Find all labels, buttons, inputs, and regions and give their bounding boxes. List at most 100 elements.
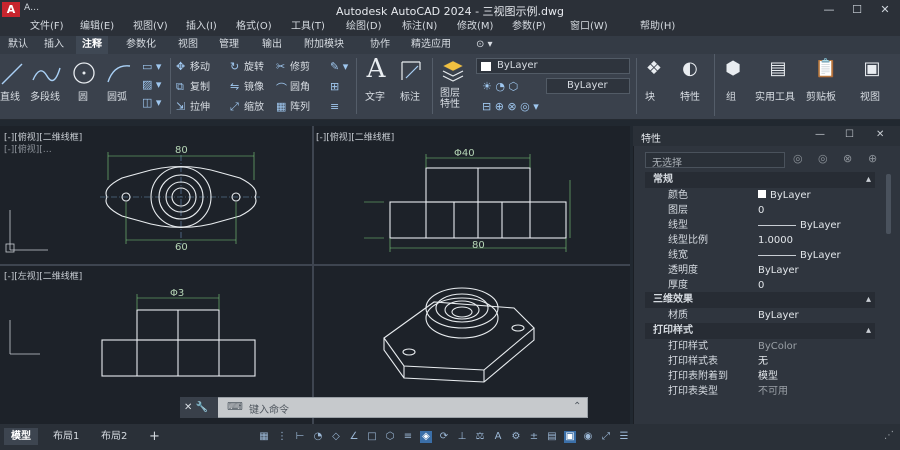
properties-tool[interactable]: 特性 bbox=[680, 88, 700, 103]
tab-addins[interactable]: 附加模块 bbox=[298, 36, 350, 54]
transparency-icon[interactable]: ◈ bbox=[420, 431, 432, 443]
maximize-button[interactable]: ☐ bbox=[846, 2, 868, 17]
property-row[interactable]: 打印表附着到 模型 bbox=[633, 369, 883, 384]
grid-icon[interactable]: ▦ bbox=[258, 431, 270, 443]
snap-icon[interactable]: ⋮ bbox=[276, 431, 288, 443]
group-tool[interactable]: 组 bbox=[726, 88, 736, 103]
layer-tools-icons[interactable]: ⊟ ⊕ ⊗ ◎ ▾ bbox=[482, 100, 539, 113]
property-row[interactable]: 线型 ByLayer bbox=[633, 218, 883, 233]
text-tool[interactable]: 文字 bbox=[365, 88, 385, 103]
mirror-tool[interactable]: 镜像 bbox=[244, 78, 264, 93]
clipboard-tool[interactable]: 剪贴板 bbox=[806, 88, 836, 103]
section-3d-effects[interactable]: 三维效果 ▴ bbox=[645, 292, 875, 308]
region-icon[interactable]: ◫ ▾ bbox=[142, 96, 161, 109]
palette-close-icon[interactable]: ✕ bbox=[876, 129, 884, 140]
line-tool[interactable]: 直线 bbox=[0, 88, 20, 103]
tab-collaborate[interactable]: 协作 bbox=[364, 36, 396, 54]
quick-properties-icon[interactable]: ▤ bbox=[546, 431, 558, 443]
selection-cycling-icon[interactable]: ⟳ bbox=[438, 431, 450, 443]
property-row[interactable]: 线宽 ByLayer bbox=[633, 248, 883, 263]
menu-format[interactable]: 格式(O) bbox=[236, 18, 272, 36]
fillet-tool[interactable]: 圆角 bbox=[290, 78, 310, 93]
customization-icon[interactable]: ☰ bbox=[618, 431, 630, 443]
polar-icon[interactable]: ◔ bbox=[312, 431, 324, 443]
menu-modify[interactable]: 修改(M) bbox=[457, 18, 493, 36]
command-line-handle[interactable]: ✕ 🔧 bbox=[180, 397, 218, 418]
command-history-icon[interactable]: ⌃ bbox=[573, 401, 581, 412]
tab-manage[interactable]: 管理 bbox=[213, 36, 245, 54]
scale-tool[interactable]: 缩放 bbox=[244, 98, 264, 113]
quick-select-2-icon[interactable]: ⊕ bbox=[868, 152, 877, 165]
copy-tool[interactable]: 复制 bbox=[190, 78, 210, 93]
osnap-icon[interactable]: □ bbox=[366, 431, 378, 443]
layout-tab-2[interactable]: 布局2 bbox=[94, 428, 134, 445]
menu-draw[interactable]: 绘图(D) bbox=[346, 18, 382, 36]
viewport-divider[interactable] bbox=[0, 264, 630, 266]
property-row[interactable]: 线型比例 1.0000 bbox=[633, 233, 883, 248]
move-tool[interactable]: 移动 bbox=[190, 58, 210, 73]
menu-parametric[interactable]: 参数(P) bbox=[512, 18, 546, 36]
block-tool[interactable]: 块 bbox=[645, 88, 655, 103]
menu-insert[interactable]: 插入(I) bbox=[186, 18, 217, 36]
trim-tool[interactable]: 修剪 bbox=[290, 58, 310, 73]
layer-dropdown[interactable]: ByLayer bbox=[476, 58, 630, 74]
resize-grip-icon[interactable]: ⋰ bbox=[884, 430, 894, 441]
clean-screen-icon[interactable]: ⤢ bbox=[600, 431, 612, 443]
menu-tools[interactable]: 工具(T) bbox=[291, 18, 325, 36]
array-tool[interactable]: 阵列 bbox=[290, 98, 310, 113]
annotation-scale-icon[interactable]: ⚖ bbox=[474, 431, 486, 443]
select-objects-icon[interactable]: ◎ bbox=[818, 152, 828, 165]
erase-icon[interactable]: ✎ ▾ bbox=[330, 60, 348, 73]
tab-annotate[interactable]: 注释 bbox=[76, 36, 108, 54]
section-plot-style[interactable]: 打印样式 ▴ bbox=[645, 323, 875, 339]
hatch-icon[interactable]: ▨ ▾ bbox=[142, 78, 161, 91]
linetype-dropdown[interactable]: ByLayer bbox=[546, 78, 630, 94]
close-button[interactable]: ✕ bbox=[874, 2, 896, 17]
property-row[interactable]: 颜色 ByLayer bbox=[633, 188, 883, 203]
property-row[interactable]: 透明度 ByLayer bbox=[633, 263, 883, 278]
circle-tool[interactable]: 圆 bbox=[78, 88, 88, 103]
arc-tool[interactable]: 圆弧 bbox=[107, 88, 127, 103]
explode-icon[interactable]: ⊞ bbox=[330, 80, 339, 93]
palette-minimize-icon[interactable]: — bbox=[815, 129, 825, 140]
3d-osnap-icon[interactable]: ⬡ bbox=[384, 431, 396, 443]
tab-featured-apps[interactable]: 精选应用 bbox=[405, 36, 457, 54]
tab-parametric[interactable]: 参数化 bbox=[120, 36, 162, 54]
menu-dimension[interactable]: 标注(N) bbox=[402, 18, 437, 36]
tab-view[interactable]: 视图 bbox=[172, 36, 204, 54]
stretch-tool[interactable]: 拉伸 bbox=[190, 98, 210, 113]
layer-properties-tool[interactable]: 图层特性 bbox=[440, 88, 468, 110]
dimension-tool[interactable]: 标注 bbox=[400, 88, 420, 103]
selection-dropdown[interactable]: 无选择 bbox=[645, 152, 785, 169]
layer-state-icons[interactable]: ☀ ◔ ⬡ bbox=[482, 80, 518, 93]
property-row[interactable]: 打印表类型 不可用 bbox=[633, 384, 883, 399]
property-row[interactable]: 材质 ByLayer bbox=[633, 308, 883, 323]
properties-scrollbar[interactable] bbox=[886, 174, 891, 234]
tab-insert[interactable]: 插入 bbox=[38, 36, 70, 54]
menu-file[interactable]: 文件(F) bbox=[30, 18, 64, 36]
menu-window[interactable]: 窗口(W) bbox=[570, 18, 608, 36]
ortho-icon[interactable]: ⊢ bbox=[294, 431, 306, 443]
quick-select-icon[interactable]: ⊗ bbox=[843, 152, 852, 165]
units-icon[interactable]: ± bbox=[528, 431, 540, 443]
isodraft-icon[interactable]: ◇ bbox=[330, 431, 342, 443]
tab-default[interactable]: 默认 bbox=[2, 36, 34, 54]
polyline-tool[interactable]: 多段线 bbox=[30, 88, 60, 103]
rotate-tool[interactable]: 旋转 bbox=[244, 58, 264, 73]
lineweight-icon[interactable]: ≡ bbox=[402, 431, 414, 443]
utilities-tool[interactable]: 实用工具 bbox=[755, 88, 795, 103]
dynamic-ucs-icon[interactable]: ⊥ bbox=[456, 431, 468, 443]
add-layout-button[interactable]: + bbox=[142, 428, 167, 445]
tab-output[interactable]: 输出 bbox=[256, 36, 288, 54]
property-row[interactable]: 打印样式 ByColor bbox=[633, 339, 883, 354]
osnap-tracking-icon[interactable]: ∠ bbox=[348, 431, 360, 443]
command-input[interactable]: 键入命令 bbox=[249, 401, 289, 416]
layout-tab-1[interactable]: 布局1 bbox=[46, 428, 86, 445]
section-general[interactable]: 常规 ▴ bbox=[645, 172, 875, 188]
lock-ui-icon[interactable]: ▣ bbox=[564, 431, 576, 443]
offset-icon[interactable]: ≡ bbox=[330, 100, 339, 113]
palette-maximize-icon[interactable]: ☐ bbox=[845, 129, 854, 140]
property-row[interactable]: 厚度 0 bbox=[633, 278, 883, 293]
annotation-visibility-icon[interactable]: A bbox=[492, 431, 504, 443]
isolate-objects-icon[interactable]: ◉ bbox=[582, 431, 594, 443]
